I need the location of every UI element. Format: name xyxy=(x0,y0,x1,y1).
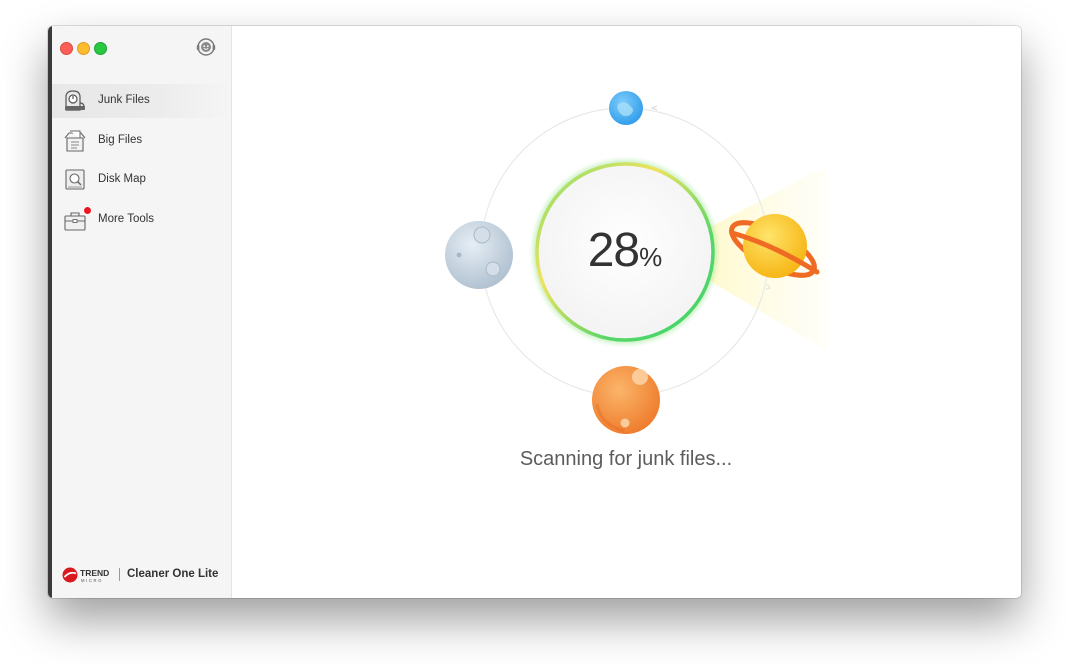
minimize-window-button[interactable] xyxy=(77,42,90,55)
progress-unit: % xyxy=(639,242,663,272)
brand-footer: TREND MICRO Cleaner One Lite xyxy=(62,566,227,584)
sidebar-item-more-tools[interactable]: More Tools xyxy=(52,203,231,237)
svg-text:TREND: TREND xyxy=(80,568,109,578)
scan-animation xyxy=(445,91,827,434)
sidebar-item-label: Big Files xyxy=(98,133,143,146)
sidebar-item-label: Disk Map xyxy=(98,173,146,185)
file-box-icon xyxy=(62,129,88,153)
vacuum-icon xyxy=(62,89,88,113)
scan-status: Scanning for junk files... xyxy=(519,448,733,470)
sidebar-item-label: Junk Files xyxy=(98,94,150,106)
sidebar-item-junk-files[interactable]: Junk Files xyxy=(52,84,231,118)
support-icon[interactable] xyxy=(195,36,217,58)
close-window-button[interactable] xyxy=(60,42,73,55)
orange-planet xyxy=(592,366,660,434)
sidebar-nav: Junk Files Big Files Disk Map More Tools xyxy=(52,84,231,242)
product-name: Cleaner One Lite xyxy=(127,568,219,580)
scan-panel: 28% Scanning for junk files... xyxy=(232,26,1021,598)
blue-planet xyxy=(609,91,643,125)
notification-badge xyxy=(83,205,92,215)
progress-value: 28 xyxy=(587,224,640,277)
svg-text:MICRO: MICRO xyxy=(81,578,103,583)
disk-map-icon xyxy=(62,168,88,192)
maximize-window-button[interactable] xyxy=(94,42,107,55)
app-window: Junk Files Big Files Disk Map More Tools… xyxy=(48,26,1021,598)
progress-readout: 28% xyxy=(575,223,675,278)
gray-moon xyxy=(445,221,513,289)
sidebar: Junk Files Big Files Disk Map More Tools… xyxy=(48,26,232,598)
sidebar-item-big-files[interactable]: Big Files xyxy=(52,124,231,158)
sidebar-item-label: More Tools xyxy=(98,212,155,225)
trend-micro-logo: TREND MICRO xyxy=(62,566,114,584)
brand-divider xyxy=(119,568,120,581)
sidebar-item-disk-map[interactable]: Disk Map xyxy=(52,163,231,197)
